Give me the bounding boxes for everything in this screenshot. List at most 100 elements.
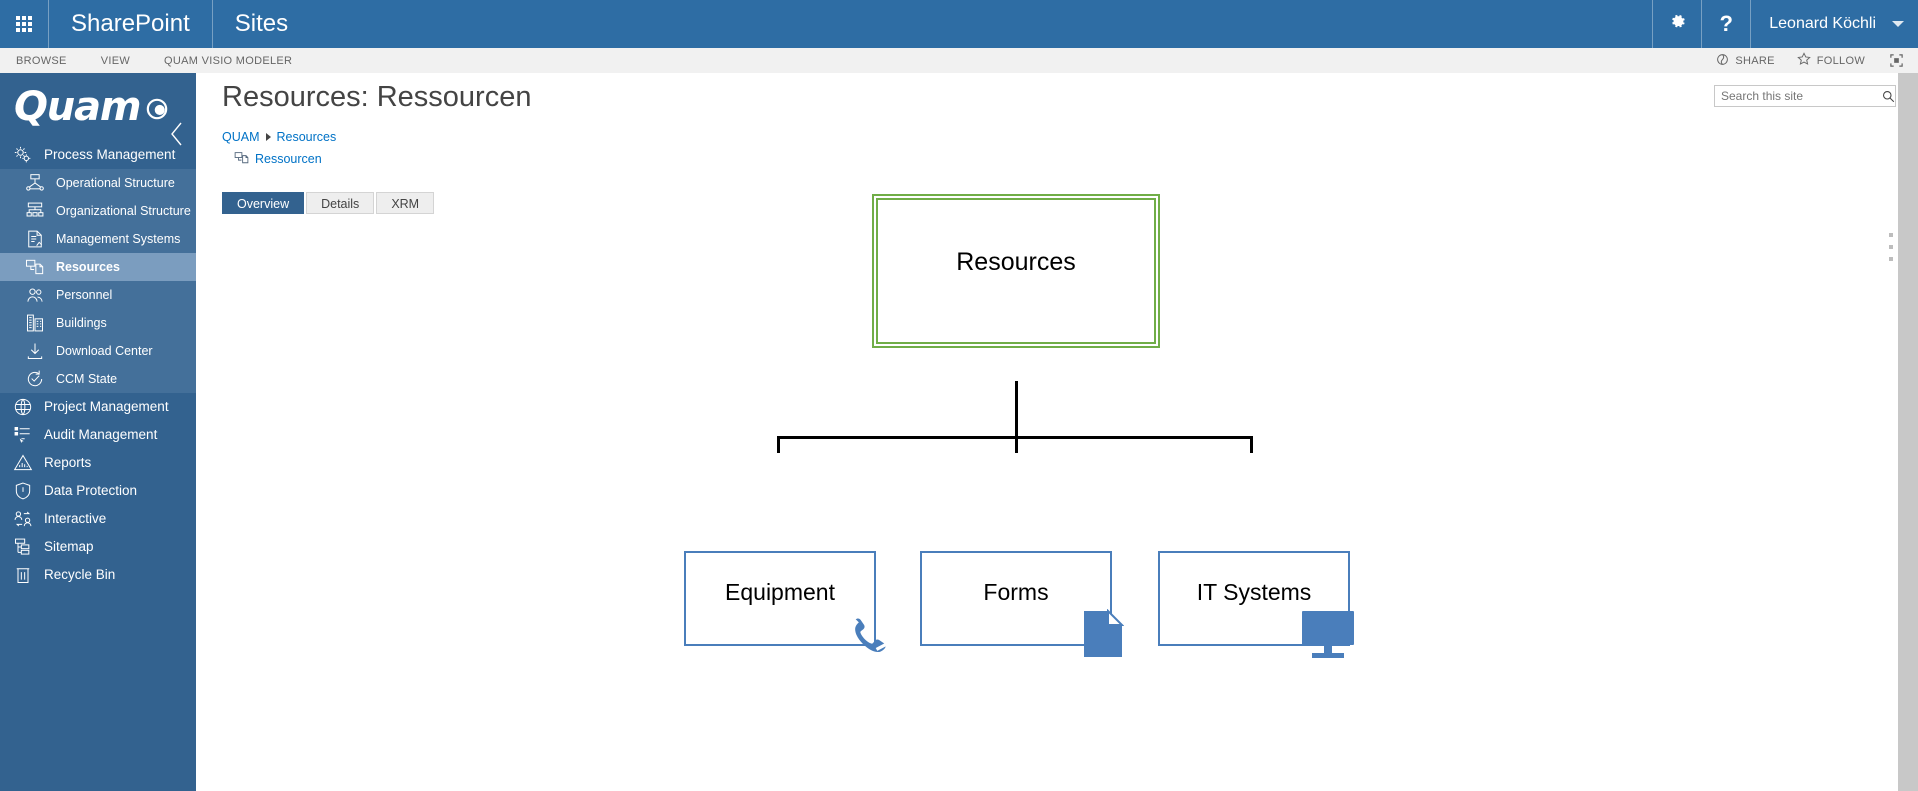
gear-icon — [1668, 12, 1687, 37]
tab-xrm[interactable]: XRM — [376, 192, 435, 214]
chevron-left-icon — [171, 122, 182, 146]
diagram-node-label: IT Systems — [1196, 579, 1312, 605]
sidebar-item-download-center[interactable]: Download Center — [0, 337, 196, 365]
sidebar-item-resources[interactable]: Resources — [0, 253, 196, 281]
settings-button[interactable] — [1653, 0, 1701, 48]
sidebar-item-label: Sitemap — [44, 539, 94, 554]
sidebar-item-project-management[interactable]: Project Management — [0, 393, 196, 421]
sidebar-nav: Process Management Operational Structure O… — [0, 141, 196, 589]
ribbon-tab-quam-visio-modeler[interactable]: QUAM VISIO MODELER — [164, 55, 292, 67]
logo-area: Quam — [0, 73, 196, 146]
breadcrumb: QUAM Resources — [222, 130, 336, 144]
resources-hierarchy-diagram: Resources Equipment Forms IT Systems — [196, 194, 1918, 753]
tab-details[interactable]: Details — [306, 192, 375, 214]
page-title: Resources: Ressourcen — [222, 81, 532, 113]
building-icon — [22, 312, 48, 334]
suite-bar: SharePoint Sites ? Leonard Köchli — [0, 0, 1918, 48]
sidebar-item-label: CCM State — [56, 372, 118, 386]
phone-icon — [840, 609, 892, 666]
sidebar-item-audit-management[interactable]: Audit Management — [0, 421, 196, 449]
sidebar-item-buildings[interactable]: Buildings — [0, 309, 196, 337]
sidebar-item-operational-structure[interactable]: Operational Structure — [0, 169, 196, 197]
tab-overview[interactable]: Overview — [222, 192, 305, 214]
sidebar-item-label: Organizational Structure — [56, 204, 191, 218]
share-button[interactable]: SHARE — [1716, 53, 1774, 69]
sidebar-item-label: Process Management — [44, 147, 176, 162]
waffle-grid-icon — [16, 16, 32, 32]
share-icon — [1716, 53, 1729, 69]
site-link[interactable]: Sites — [213, 0, 310, 48]
sitemap-icon — [10, 536, 36, 558]
sidebar-item-label: Personnel — [56, 288, 113, 302]
star-icon — [1796, 52, 1811, 69]
focus-on-content-icon — [1890, 54, 1903, 67]
right-edge-panel — [1898, 73, 1918, 791]
shield-alert-icon — [10, 480, 36, 502]
sidebar-item-management-systems[interactable]: Management Systems — [0, 225, 196, 253]
user-name: Leonard Köchli — [1769, 15, 1876, 32]
main-content: Resources: Ressourcen QUAM Resources Res… — [196, 73, 1918, 791]
sidebar-item-label: Audit Management — [44, 427, 158, 442]
app-launcher-button[interactable] — [0, 0, 48, 48]
sharepoint-brand-link[interactable]: SharePoint — [49, 0, 212, 48]
search-icon — [1883, 90, 1895, 102]
ribbon-tab-browse[interactable]: BROWSE — [16, 55, 67, 67]
monitor-icon — [1298, 609, 1358, 666]
panel-drag-handle[interactable] — [1884, 215, 1898, 279]
sidebar-item-label: Interactive — [44, 511, 107, 526]
refresh-check-icon — [22, 368, 48, 390]
sidebar-item-label: Project Management — [44, 399, 169, 414]
sidebar-item-interactive[interactable]: Interactive — [0, 505, 196, 533]
trash-icon — [10, 564, 36, 586]
ribbon-actions: SHARE FOLLOW — [1694, 52, 1918, 69]
sidebar-item-ccm-state[interactable]: CCM State — [0, 365, 196, 393]
sidebar-item-sitemap[interactable]: Sitemap — [0, 533, 196, 561]
ribbon-tab-view[interactable]: VIEW — [101, 55, 130, 67]
resources-icon — [234, 150, 249, 168]
breadcrumb-current-label: Ressourcen — [255, 152, 322, 166]
connector-child-1-vertical — [777, 436, 780, 453]
sidebar-item-recycle-bin[interactable]: Recycle Bin — [0, 561, 196, 589]
follow-button[interactable]: FOLLOW — [1796, 52, 1865, 69]
sidebar-item-label: Data Protection — [44, 483, 138, 498]
diagram-node-label: Forms — [983, 579, 1049, 605]
sidebar-item-label: Resources — [56, 260, 120, 274]
sidebar-item-label: Download Center — [56, 344, 153, 358]
suite-bar-right: ? Leonard Köchli — [1652, 0, 1918, 48]
gears-icon — [10, 144, 36, 166]
org-chart-icon — [22, 200, 48, 222]
diagram-node-label: Resources — [956, 248, 1076, 276]
search-button[interactable] — [1882, 86, 1895, 106]
collapse-sidebar-button[interactable] — [166, 119, 188, 149]
breadcrumb-link-quam[interactable]: QUAM — [222, 130, 260, 144]
focus-on-content-button[interactable] — [1889, 53, 1904, 68]
help-icon: ? — [1719, 11, 1733, 36]
search-input[interactable] — [1715, 86, 1882, 106]
diagram-node-equipment[interactable]: Equipment — [684, 551, 890, 653]
sidebar: Quam Process Management Operational Struc… — [0, 73, 196, 791]
ribbon-bar: BROWSE VIEW QUAM VISIO MODELER SHARE FOL… — [0, 48, 1918, 73]
sidebar-subgroup: Operational Structure Organizational Stru… — [0, 169, 196, 393]
people-exchange-icon — [10, 508, 36, 530]
connector-child-3-vertical — [1250, 436, 1253, 453]
document-check-icon — [22, 228, 48, 250]
user-menu[interactable]: Leonard Köchli — [1751, 0, 1918, 48]
sidebar-item-personnel[interactable]: Personnel — [0, 281, 196, 309]
people-icon — [22, 284, 48, 306]
help-button[interactable]: ? — [1702, 0, 1750, 48]
search-box — [1714, 85, 1896, 107]
connector-child-2-vertical — [1015, 436, 1018, 453]
operational-structure-icon — [22, 172, 48, 194]
document-icon — [1082, 608, 1125, 664]
sidebar-item-organizational-structure[interactable]: Organizational Structure — [0, 197, 196, 225]
resources-icon — [22, 256, 48, 278]
breadcrumb-current-item[interactable]: Ressourcen — [234, 150, 322, 168]
sidebar-item-data-protection[interactable]: Data Protection — [0, 477, 196, 505]
diagram-node-forms[interactable]: Forms — [920, 551, 1125, 657]
quam-logo-text: Quam — [14, 84, 142, 130]
diagram-node-it-systems[interactable]: IT Systems — [1158, 551, 1354, 658]
breadcrumb-link-resources[interactable]: Resources — [277, 130, 337, 144]
diagram-node-resources[interactable]: Resources — [872, 194, 1160, 348]
globe-icon — [10, 396, 36, 418]
sidebar-item-reports[interactable]: Reports — [0, 449, 196, 477]
